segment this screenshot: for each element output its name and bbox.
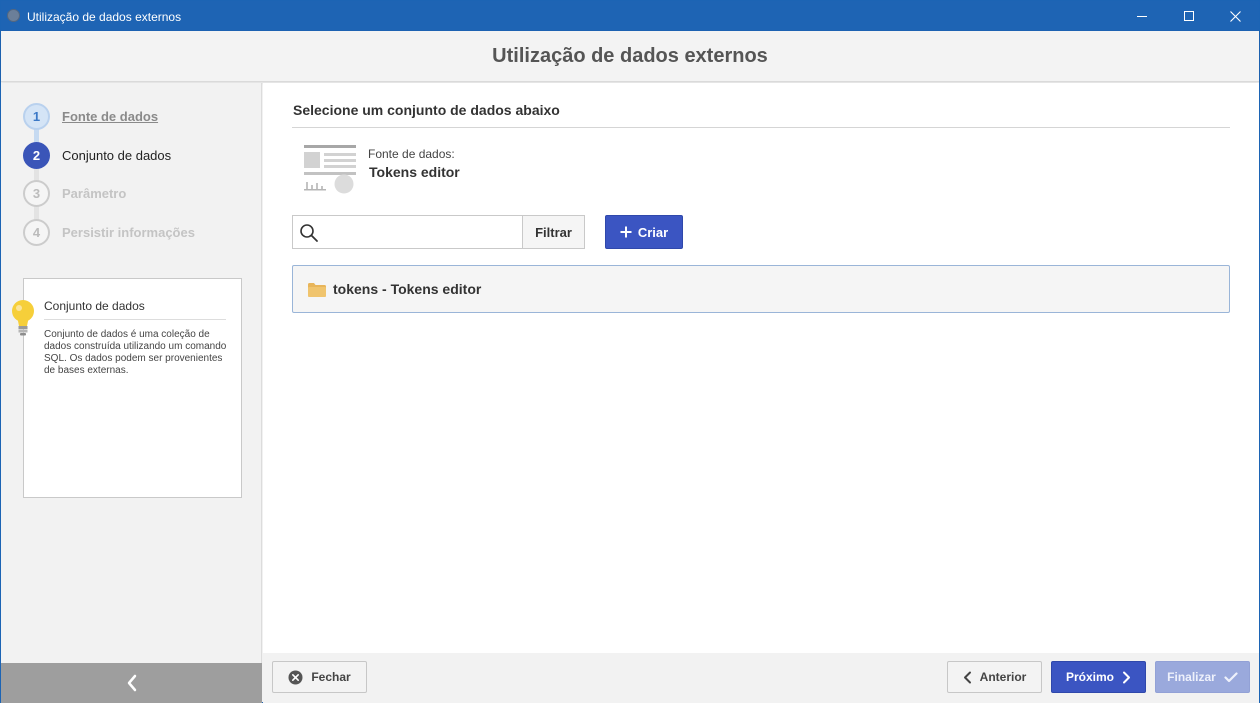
section-divider (292, 127, 1230, 128)
previous-label: Anterior (979, 670, 1027, 684)
wizard-main: Selecione um conjunto de dados abaixo Fo… (263, 83, 1259, 703)
create-button[interactable]: Criar (605, 215, 683, 249)
search-input[interactable] (323, 220, 518, 244)
lightbulb-icon (12, 300, 34, 336)
close-icon (1229, 10, 1241, 22)
help-text: Conjunto de dados é uma coleção de dados… (44, 329, 227, 376)
step-label: Conjunto de dados (62, 147, 172, 163)
finish-button[interactable]: Finalizar (1155, 661, 1250, 693)
folder-icon (308, 283, 326, 297)
help-box: Conjunto de dados Conjunto de dados é um… (12, 278, 242, 498)
step-connector (34, 206, 39, 220)
wizard-sidebar: 1 Fonte de dados 2 Conjunto de dados 3 P… (1, 83, 262, 703)
chevron-left-icon (127, 674, 136, 692)
plus-icon (620, 226, 632, 238)
close-window-button[interactable] (1212, 1, 1258, 31)
step-number: 4 (23, 218, 50, 246)
step-label[interactable]: Fonte de dados (62, 109, 158, 124)
next-button[interactable]: Próximo (1051, 661, 1146, 693)
create-label: Criar (637, 224, 669, 240)
finish-label: Finalizar (1167, 670, 1216, 684)
step-connector (34, 129, 39, 143)
minimize-icon (1137, 15, 1147, 17)
previous-button[interactable]: Anterior (947, 661, 1042, 693)
title-bar[interactable]: Utilização de dados externos (1, 1, 1259, 31)
close-circle-icon (288, 670, 303, 684)
step-label: Parâmetro (62, 186, 127, 201)
step-label: Persistir informações (62, 224, 195, 240)
chevron-left-icon (963, 671, 971, 683)
window-title: Utilização de dados externos (27, 10, 182, 24)
datasource-icon (304, 145, 356, 194)
minimize-button[interactable] (1119, 1, 1165, 31)
page-title: Utilização de dados externos (492, 45, 768, 67)
dataset-item[interactable]: tokens - Tokens editor (292, 265, 1230, 313)
collapse-sidebar-button[interactable] (1, 663, 262, 703)
section-title: Selecione um conjunto de dados abaixo (293, 102, 560, 118)
chevron-right-icon (1123, 671, 1130, 683)
close-button[interactable]: Fechar (272, 661, 367, 693)
search-box[interactable] (292, 215, 524, 249)
close-label: Fechar (311, 670, 351, 684)
app-window: Utilização de dados externos Utilização … (0, 0, 1260, 703)
help-title: Conjunto de dados (44, 299, 226, 320)
step-number: 3 (23, 180, 50, 207)
search-icon (300, 224, 318, 242)
step-number: 1 (23, 103, 50, 130)
wizard-header: Utilização de dados externos (1, 31, 1259, 82)
checkmark-icon (1224, 671, 1238, 682)
dataset-item-label: tokens - Tokens editor (333, 281, 482, 297)
main-content: Selecione um conjunto de dados abaixo Fo… (263, 83, 1259, 653)
next-label: Próximo (1065, 670, 1114, 684)
datasource-label: Fonte de dados: (368, 147, 455, 161)
maximize-icon (1184, 11, 1194, 21)
app-icon (7, 9, 20, 22)
datasource-value: Tokens editor (369, 164, 460, 180)
step-number: 2 (23, 141, 50, 169)
filter-button[interactable]: Filtrar (522, 215, 585, 249)
maximize-button[interactable] (1166, 1, 1212, 31)
